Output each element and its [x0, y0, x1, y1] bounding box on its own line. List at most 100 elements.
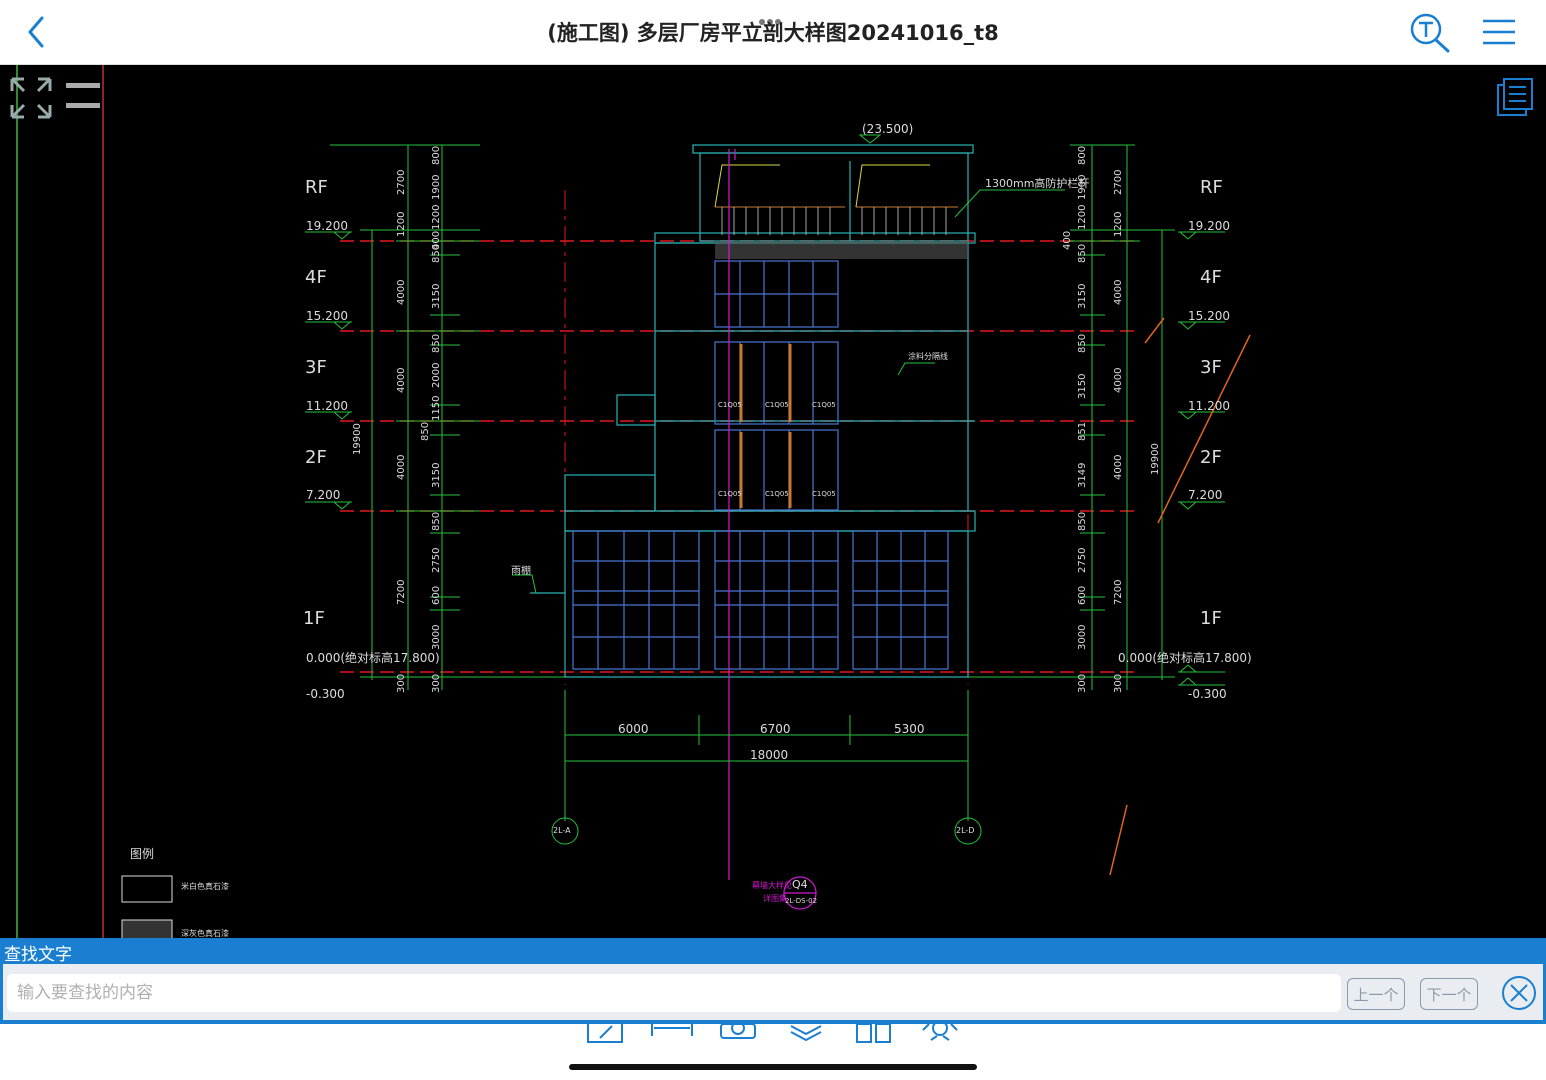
annotate-tool[interactable] [584, 1024, 628, 1046]
dim-a-2: 1200 [396, 211, 407, 237]
level-label-rf-right: RF [1200, 177, 1223, 198]
dim-a-6: 7200 [396, 579, 407, 605]
detail-note-1: 幕墙大样见 [752, 881, 792, 890]
find-text-label: 查找文字 [4, 945, 72, 965]
dim-b-right-7: 850 [1077, 333, 1088, 353]
level-label-1f-right: 1F [1200, 608, 1222, 629]
minus-elev-right: -0.300 [1188, 687, 1227, 701]
level-elev-rf-right: 19.200 [1188, 219, 1230, 233]
level-label-2f-right: 2F [1200, 447, 1222, 468]
dim-a-right-2: 1200 [1113, 211, 1124, 237]
legend-item-1: 米白色真石漆 [181, 882, 229, 891]
canopy-note: 雨棚 [511, 566, 531, 577]
level-label-1f-left: 1F [303, 608, 325, 629]
level-label-3f-right: 3F [1200, 357, 1222, 378]
dim-b-12: 850 [431, 511, 442, 531]
level-label-2f-left: 2F [305, 447, 327, 468]
dim-b-9: 1150 [431, 395, 442, 421]
drawing-canvas[interactable]: RF 19.200 4F 15.200 3F 11.200 2F 7.200 1… [0, 65, 1546, 938]
dim-a-1: 2700 [396, 169, 407, 195]
dim-a-5: 4000 [396, 454, 407, 480]
dim-b-15: 3000 [431, 624, 442, 650]
detail-ref: 2L-DS-02 [785, 897, 818, 905]
find-text-panel: 查找文字 上一个 下一个 [0, 938, 1546, 1024]
dim-b-right-2: 1900 [1077, 174, 1088, 200]
search-input[interactable] [7, 974, 1341, 1012]
split-view-icon [856, 1023, 891, 1043]
pencil-icon [587, 1024, 623, 1043]
bottom-dim-total: 18000 [750, 748, 789, 762]
dim-b-right-1: 800 [1077, 145, 1088, 165]
next-result-button[interactable]: 下一个 [1420, 978, 1478, 1010]
total-height-right: 19900 [1150, 443, 1161, 475]
railing-note: 1300mm高防护栏杆 [985, 177, 1090, 190]
level-elev-rf-left: 19.200 [306, 219, 348, 233]
cad-labels: RF 19.200 4F 15.200 3F 11.200 2F 7.200 1… [0, 65, 1546, 938]
level-label-4f-right: 4F [1200, 267, 1222, 288]
paint-note: 涂料分隔线 [908, 352, 948, 361]
level-elev-2f-left: 7.200 [306, 488, 341, 502]
detail-tag: Q4 [792, 878, 808, 891]
dim-b-right-10: 3149 [1077, 462, 1088, 488]
dim-a-7: 300 [396, 673, 407, 693]
layers-tool[interactable] [785, 1024, 829, 1046]
camera-tool[interactable] [717, 1021, 761, 1046]
level-elev-1f-left: 0.000(绝对标高17.800) [306, 651, 440, 665]
text-search-button[interactable] [1408, 12, 1454, 54]
dim-b-right-3: 1200 [1077, 204, 1088, 230]
menu-button[interactable] [1480, 16, 1518, 48]
window-tag: C1Q05 [765, 401, 789, 409]
detail-note-2: 详图集 [763, 894, 787, 903]
compare-tool[interactable] [852, 1023, 896, 1046]
dim-b-11: 3150 [431, 462, 442, 488]
minus-elev-left: -0.300 [306, 687, 345, 701]
bottom-toolbar [0, 1020, 1546, 1080]
level-elev-3f-right: 11.200 [1188, 399, 1230, 413]
level-label-rf-left: RF [305, 177, 328, 198]
previous-result-button[interactable]: 上一个 [1347, 978, 1405, 1010]
level-elev-3f-left: 11.200 [306, 399, 348, 413]
dim-b-right-13: 600 [1077, 585, 1088, 605]
dim-a-right-6: 7200 [1113, 579, 1124, 605]
level-elev-4f-right: 15.200 [1188, 309, 1230, 323]
window-tag: C1Q05 [718, 490, 742, 498]
dim-b-14: 600 [431, 585, 442, 605]
measure-icon [651, 1024, 693, 1036]
gear-icon [922, 1020, 958, 1041]
top-bar: (施工图) 多层厂房平立剖大样图20241016_t8 [0, 0, 1546, 65]
measure-tool[interactable] [650, 1024, 694, 1046]
top-elev-label: (23.500) [862, 122, 914, 136]
dim-b-7: 850 [431, 333, 442, 353]
dim-b-10: 850 [420, 421, 431, 441]
level-label-3f-left: 3F [305, 357, 327, 378]
window-tag: C1Q05 [765, 490, 789, 498]
dim-b-right-12: 2750 [1077, 547, 1088, 573]
dim-b-right-15: 300 [1077, 673, 1088, 693]
dim-b-5: 850 [431, 243, 442, 263]
page-title: (施工图) 多层厂房平立剖大样图20241016_t8 [547, 21, 999, 45]
window-tag: C1Q05 [718, 401, 742, 409]
dim-b-2: 1900 [431, 174, 442, 200]
camera-icon [720, 1021, 756, 1039]
window-tag: C1Q05 [812, 401, 836, 409]
dim-b-right-8: 3150 [1077, 373, 1088, 399]
find-text-row: 上一个 下一个 [3, 964, 1543, 1020]
dim-b-right-4: 400 [1062, 230, 1073, 250]
dim-a-right-1: 2700 [1113, 169, 1124, 195]
dim-b-13: 2750 [431, 547, 442, 573]
bottom-dim-2: 6700 [760, 722, 791, 736]
level-elev-2f-right: 7.200 [1188, 488, 1223, 502]
bottom-dim-3: 5300 [894, 722, 925, 736]
total-height-left: 19900 [352, 423, 363, 455]
close-circle-icon [1502, 976, 1536, 1010]
level-elev-4f-left: 15.200 [306, 309, 348, 323]
dim-a-right-4: 4000 [1113, 367, 1124, 393]
home-indicator[interactable] [569, 1064, 977, 1070]
dim-b-right-9: 851 [1077, 421, 1088, 441]
legend-title: 图例 [130, 847, 155, 861]
dim-b-right-14: 3000 [1077, 624, 1088, 650]
settings-tool[interactable] [919, 1020, 963, 1046]
close-search-button[interactable] [1500, 974, 1538, 1012]
dim-a-right-5: 4000 [1113, 454, 1124, 480]
level-elev-1f-right: 0.000(绝对标高17.800) [1118, 651, 1252, 665]
